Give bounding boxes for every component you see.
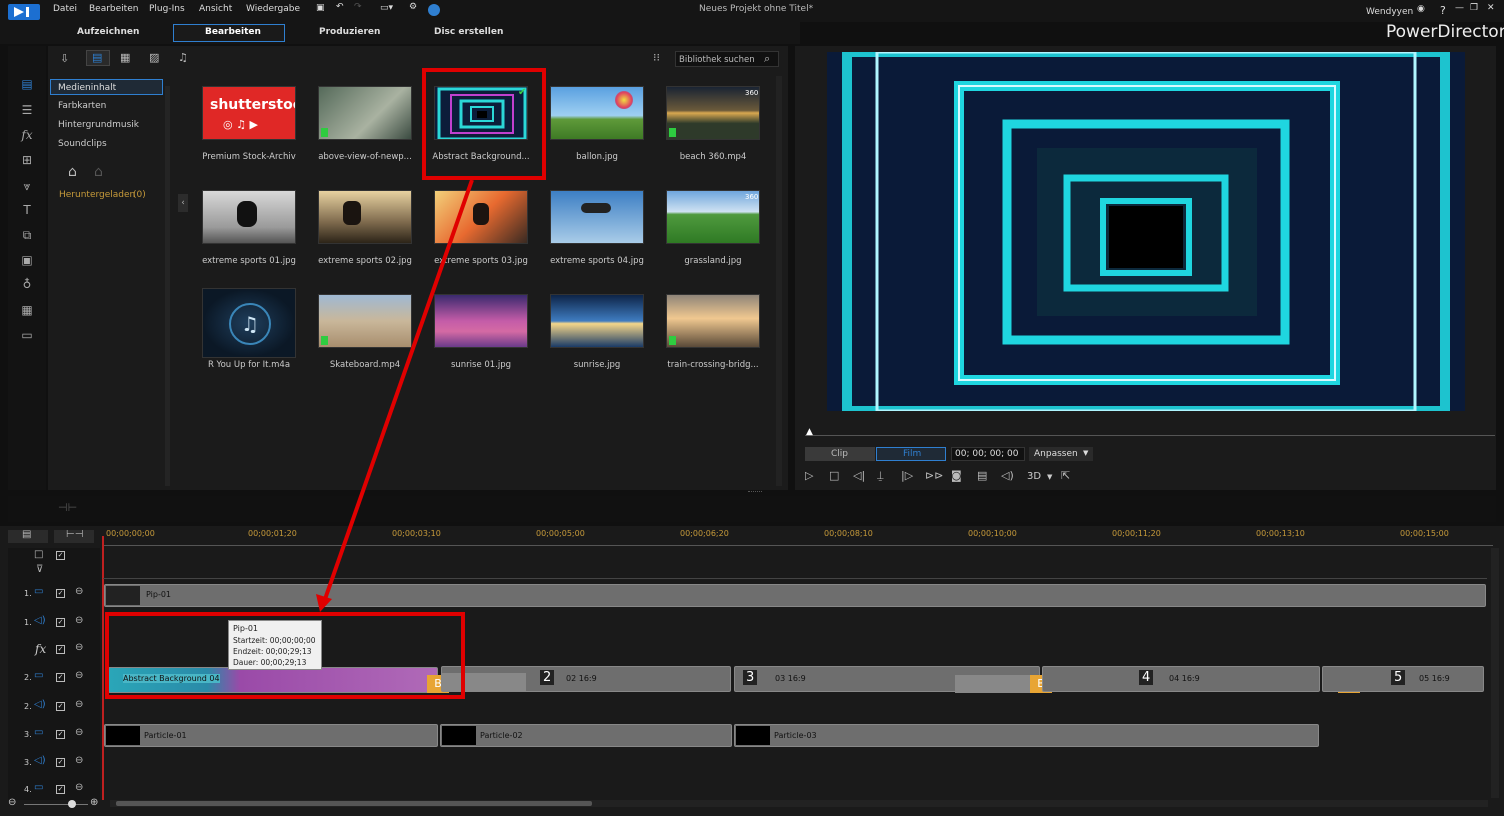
annotation-arrow xyxy=(316,179,474,612)
powerdirector-window: Datei Bearbeiten Plug-Ins Ansicht Wieder… xyxy=(0,0,1504,816)
